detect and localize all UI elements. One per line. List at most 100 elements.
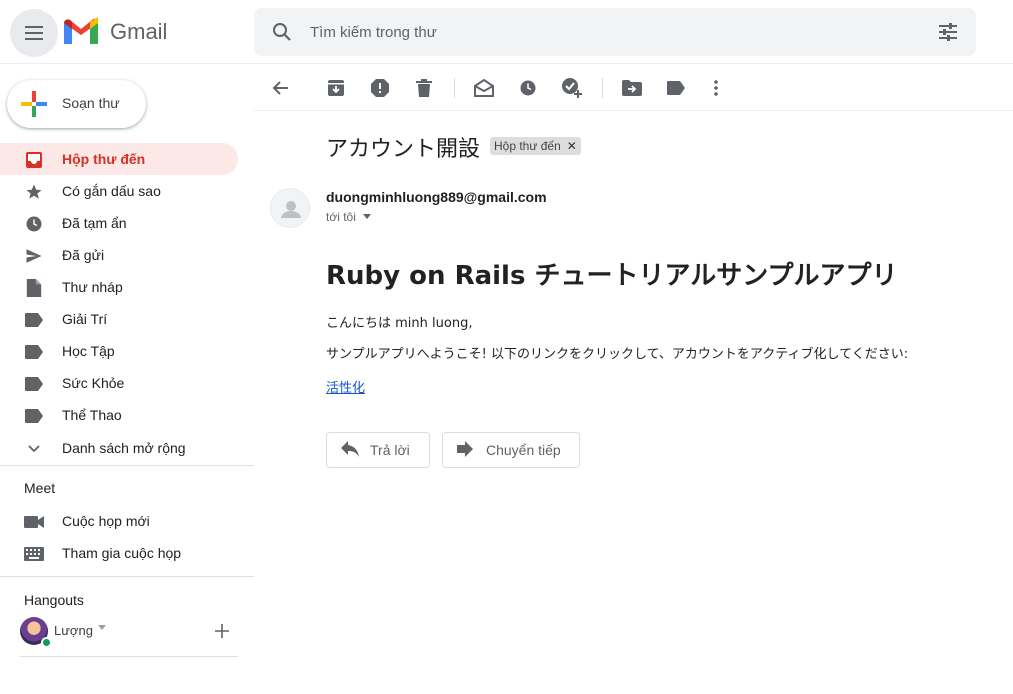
gmail-app: Gmail Soạn thư: [0, 0, 1013, 694]
label-icon: [24, 406, 44, 426]
forward-icon: [457, 441, 473, 457]
labels-button[interactable]: [664, 76, 688, 100]
search-input[interactable]: [310, 20, 910, 44]
reply-label: Trả lời: [370, 442, 410, 458]
sidebar-item-drafts[interactable]: Thư nháp: [0, 271, 238, 303]
compose-button[interactable]: Soạn thư: [7, 80, 146, 128]
hangouts-section-title: Hangouts: [24, 592, 84, 608]
sidebar-item-label: Thư nháp: [62, 279, 123, 295]
sidebar-item-label: Thể Thao: [62, 407, 122, 423]
gmail-logo-text: Gmail: [110, 18, 168, 44]
meet-new-meeting-label: Cuộc họp mới: [62, 513, 150, 529]
sender-email[interactable]: duongminhluong889@gmail.com: [326, 189, 547, 205]
default-avatar-icon: [281, 201, 301, 218]
search-options-icon[interactable]: [936, 20, 960, 44]
search-icon[interactable]: [270, 20, 294, 44]
video-camera-icon: [24, 512, 44, 532]
inbox-label-chip: Hộp thư đến ✕: [490, 137, 581, 155]
compose-plus-icon: [21, 91, 47, 117]
caret-down-icon: [362, 214, 371, 219]
more-options-button[interactable]: [704, 76, 728, 100]
add-to-tasks-button[interactable]: [560, 76, 584, 100]
email-heading: Ruby on Rails チュートリアルサンプルアプリ: [326, 261, 898, 291]
sidebar-nav: Hộp thư đến Có gắn dấu sao Đã tạm ẩn Đã …: [0, 143, 254, 464]
label-icon: [24, 374, 44, 394]
meet-section-title: Meet: [24, 480, 56, 496]
report-spam-icon: [371, 79, 389, 97]
delete-button[interactable]: [412, 76, 436, 100]
sidebar-item-more[interactable]: Danh sách mở rộng: [0, 432, 238, 464]
label-chip-text: Hộp thư đến: [494, 139, 561, 153]
forward-label: Chuyển tiếp: [486, 442, 561, 458]
meet-join-meeting[interactable]: Tham gia cuộc họp: [0, 537, 238, 569]
hangouts-user[interactable]: Lượng: [20, 617, 240, 648]
email-body-text: サンプルアプリへようこそ! 以下のリンクをクリックして、アカウントをアクティブ化…: [326, 347, 909, 362]
draft-icon: [24, 278, 44, 298]
chevron-down-icon: [24, 439, 44, 459]
sidebar-item-label: Có gắn dấu sao: [62, 183, 161, 199]
back-button[interactable]: [268, 76, 292, 100]
move-to-button[interactable]: [620, 76, 644, 100]
sidebar-item-label: Giải Trí: [62, 311, 108, 327]
star-icon: [24, 182, 44, 202]
sidebar-item-label: Đã gửi: [62, 247, 105, 263]
arrow-back-icon: [272, 81, 288, 95]
sidebar-divider: [0, 576, 254, 577]
activation-link[interactable]: 活性化: [326, 377, 365, 396]
mark-unread-button[interactable]: [472, 76, 496, 100]
add-task-icon: [562, 78, 582, 98]
sidebar-item-suc-khoe[interactable]: Sức Khỏe: [0, 367, 238, 399]
online-status-dot: [41, 637, 52, 648]
sidebar-item-label: Học Tập: [62, 343, 115, 359]
hangouts-user-name: Lượng: [54, 623, 93, 638]
sidebar-item-snoozed[interactable]: Đã tạm ẩn: [0, 207, 238, 239]
message-subject: アカウント開設: [326, 137, 481, 162]
clock-icon: [520, 80, 536, 96]
sidebar-item-inbox[interactable]: Hộp thư đến: [0, 143, 238, 175]
sidebar-item-starred[interactable]: Có gắn dấu sao: [0, 175, 238, 207]
gmail-logo[interactable]: Gmail: [62, 17, 167, 46]
label-icon: [667, 81, 685, 95]
sidebar-item-the-thao[interactable]: Thể Thao: [0, 399, 238, 431]
more-vert-icon: [714, 80, 718, 96]
main-menu-button[interactable]: [10, 9, 58, 57]
reply-button[interactable]: Trả lời: [326, 432, 430, 468]
remove-label-icon[interactable]: ✕: [567, 139, 577, 153]
send-icon: [24, 246, 44, 266]
clock-icon: [24, 214, 44, 234]
caret-down-icon[interactable]: [97, 625, 107, 631]
meet-nav: Cuộc họp mới Tham gia cuộc họp: [0, 505, 254, 569]
message-toolbar: [254, 64, 1013, 111]
sidebar-item-sent[interactable]: Đã gửi: [0, 239, 238, 271]
recipient-details[interactable]: tới tôi: [326, 210, 372, 224]
search-bar: [254, 8, 976, 56]
snooze-button[interactable]: [516, 76, 540, 100]
archive-button[interactable]: [324, 76, 348, 100]
add-icon[interactable]: [214, 623, 230, 639]
sidebar-divider: [0, 465, 254, 466]
forward-button[interactable]: Chuyển tiếp: [442, 432, 580, 468]
compose-label: Soạn thư: [62, 95, 120, 111]
sidebar-item-label: Sức Khỏe: [62, 375, 125, 391]
trash-icon: [416, 79, 432, 97]
toolbar-divider: [602, 78, 603, 98]
move-to-folder-icon: [622, 80, 642, 96]
mark-unread-icon: [474, 79, 494, 97]
email-greeting: こんにちは minh luong,: [326, 316, 473, 331]
recipient-text: tới tôi: [326, 210, 356, 224]
sidebar-item-label: Danh sách mở rộng: [62, 440, 186, 456]
sidebar-divider: [20, 656, 238, 657]
keyboard-icon: [24, 544, 44, 564]
reply-icon: [341, 441, 359, 457]
gmail-logo-icon: [64, 17, 98, 44]
sidebar-item-hoc-tap[interactable]: Học Tập: [0, 335, 238, 367]
sender-avatar[interactable]: [270, 188, 310, 228]
sidebar-item-label: Hộp thư đến: [62, 151, 146, 167]
report-spam-button[interactable]: [368, 76, 392, 100]
meet-new-meeting[interactable]: Cuộc họp mới: [0, 505, 238, 537]
label-icon: [24, 310, 44, 330]
sidebar-item-giai-tri[interactable]: Giải Trí: [0, 303, 238, 335]
label-icon: [24, 342, 44, 362]
hamburger-menu-icon: [25, 26, 43, 40]
archive-icon: [328, 80, 344, 96]
